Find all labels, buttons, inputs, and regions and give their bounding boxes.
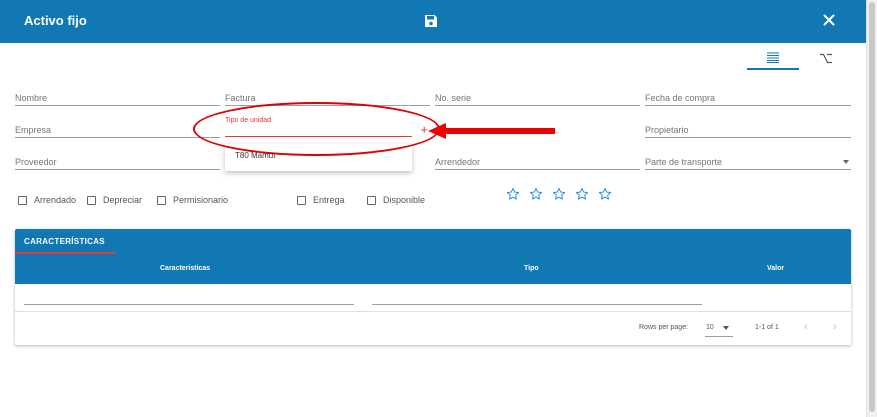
no-serie-field[interactable]: No. serie	[435, 88, 640, 106]
active-tab-indicator	[15, 252, 115, 254]
close-icon[interactable]	[820, 11, 838, 29]
tab-caracteristicas[interactable]: CARACTERÍSTICAS	[24, 237, 105, 246]
chevron-left-icon[interactable]: ‹	[804, 321, 808, 333]
rows-per-page-select[interactable]: 10	[706, 324, 714, 331]
tree-view-icon	[820, 53, 832, 63]
factura-label: Factura	[225, 93, 256, 103]
checkbox-label: Arrendado	[34, 195, 77, 205]
propietario-field[interactable]: Propietario	[645, 120, 851, 138]
dialog-header: Activo fijo	[0, 0, 866, 43]
parte-transporte-select[interactable]: Parte de transporte	[645, 152, 851, 170]
star-icon[interactable]	[552, 186, 575, 202]
annotation-ellipse	[193, 102, 440, 156]
annotation-arrow-icon	[428, 123, 555, 139]
checkbox-box[interactable]	[157, 195, 166, 205]
checkbox-box[interactable]	[367, 195, 376, 205]
checkbox-permisionario[interactable]: Permisionario	[157, 194, 228, 206]
column-header-valor: Valor	[767, 265, 785, 272]
checkbox-arrendado[interactable]: Arrendado	[18, 194, 76, 206]
checkbox-label: Disponible	[383, 195, 426, 205]
checkbox-disponible[interactable]: Disponible	[367, 194, 425, 206]
proveedor-label: Proveedor	[15, 157, 57, 167]
checkbox-entrega[interactable]: Entrega	[297, 194, 345, 206]
vertical-scrollbar[interactable]	[866, 0, 877, 417]
pagination-range: 1-1 of 1	[755, 324, 779, 331]
nombre-label: Nombre	[15, 93, 48, 103]
star-icon[interactable]	[506, 186, 529, 202]
star-rating[interactable]	[506, 186, 621, 202]
checkbox-box[interactable]	[87, 195, 96, 205]
no-serie-label: No. serie	[435, 93, 472, 103]
nombre-field[interactable]: Nombre	[15, 88, 220, 106]
rows-per-page-label: Rows per page:	[639, 324, 689, 331]
fecha-compra-label: Fecha de compra	[645, 93, 716, 103]
propietario-label: Propietario	[645, 125, 689, 135]
table-pagination: Rows per page: 10 1-1 of 1 ‹ ›	[15, 312, 851, 345]
chevron-down-icon	[843, 160, 849, 164]
scrollbar-thumb[interactable]	[869, 2, 875, 412]
checkbox-label: Depreciar	[103, 195, 143, 205]
tipo-input[interactable]	[372, 304, 702, 305]
star-icon[interactable]	[598, 186, 621, 202]
card-header: CARACTERÍSTICAS Caracteristicas Tipo Val…	[15, 229, 851, 284]
chevron-right-icon[interactable]: ›	[833, 321, 837, 333]
list-view-icon	[767, 52, 779, 63]
arrendedor-field[interactable]: Arrendedor	[435, 152, 640, 170]
checkbox-depreciar[interactable]: Depreciar	[87, 194, 142, 206]
empresa-field[interactable]: Empresa	[15, 120, 220, 138]
checkbox-box[interactable]	[297, 195, 306, 205]
fecha-compra-field[interactable]: Fecha de compra	[645, 88, 851, 106]
save-icon[interactable]	[424, 14, 438, 28]
checkbox-label: Entrega	[313, 195, 345, 205]
dialog-title: Activo fijo	[24, 13, 87, 28]
view-tabs	[747, 46, 852, 72]
column-header-tipo: Tipo	[524, 265, 539, 272]
tab-list-view[interactable]	[747, 46, 799, 70]
star-icon[interactable]	[575, 186, 598, 202]
parte-transporte-label: Parte de transporte	[645, 157, 723, 167]
caracteristica-input[interactable]	[24, 304, 354, 305]
column-header-caracteristicas: Caracteristicas	[160, 265, 211, 272]
star-icon[interactable]	[529, 186, 552, 202]
tab-tree-view[interactable]	[800, 46, 852, 70]
arrendedor-label: Arrendedor	[435, 157, 481, 167]
proveedor-field[interactable]: Proveedor	[15, 152, 220, 170]
rows-per-page-underline	[705, 336, 733, 337]
caracteristicas-card: CARACTERÍSTICAS Caracteristicas Tipo Val…	[15, 229, 851, 345]
checkbox-label: Permisionario	[173, 195, 229, 205]
chevron-down-icon[interactable]	[723, 326, 729, 330]
checkbox-box[interactable]	[18, 195, 27, 205]
empresa-label: Empresa	[15, 125, 52, 135]
